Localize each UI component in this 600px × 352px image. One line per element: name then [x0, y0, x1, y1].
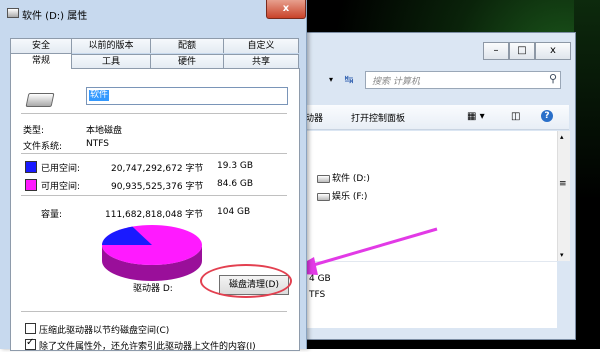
tab-sharing[interactable]: 共享: [223, 54, 299, 69]
filesystem-value: NTFS: [86, 139, 109, 149]
dialog-title: 软件 (D:) 属性: [22, 11, 88, 22]
tab-previous-versions[interactable]: 以前的版本: [71, 38, 151, 53]
index-checkbox[interactable]: ✓: [25, 337, 36, 350]
hard-drive-icon: [25, 93, 55, 107]
drive-name-input[interactable]: 软件: [86, 87, 288, 105]
maximize-button[interactable]: □: [509, 42, 535, 60]
compress-checkbox[interactable]: [25, 323, 36, 334]
drive-icon: [317, 192, 330, 201]
view-options-icon[interactable]: ▦ ▾: [467, 111, 485, 122]
minimize-button[interactable]: –: [483, 42, 509, 60]
command-bar: 动器 打开控制面板 ▦ ▾ ◫ ?: [297, 105, 569, 130]
highlight-circle: [200, 264, 292, 298]
drive-icon: [7, 8, 19, 18]
capacity-gb: 104 GB: [217, 207, 251, 217]
arrow-shaft: [309, 227, 438, 268]
search-input[interactable]: 搜索 计算机 ⚲: [365, 71, 561, 89]
toolbar-item-drive[interactable]: 动器: [305, 111, 323, 124]
search-icon[interactable]: ⚲: [549, 72, 557, 85]
preview-pane-icon[interactable]: ◫: [511, 111, 520, 122]
address-row: ▾ ↹ 搜索 计算机 ⚲: [297, 69, 575, 91]
refresh-icon[interactable]: ↹: [341, 73, 357, 87]
used-space-label: 已用空间:: [41, 164, 81, 174]
tab-tools[interactable]: 工具: [71, 54, 151, 69]
dialog-close-button[interactable]: x: [266, 0, 306, 19]
disk-usage-pie: [102, 225, 202, 281]
divider: [21, 311, 287, 312]
drive-label: 娱乐 (F:): [332, 192, 368, 202]
used-space-bytes: 20,747,292,672 字节: [111, 164, 204, 174]
divider: [21, 153, 287, 154]
tab-security[interactable]: 安全: [10, 38, 72, 53]
general-panel: 软件 类型: 本地磁盘 文件系统: NTFS 已用空间: 20,747,292,…: [10, 68, 300, 352]
filesystem-label: 文件系统:: [23, 142, 63, 152]
help-icon[interactable]: ?: [541, 110, 553, 122]
drive-item-d[interactable]: 软件 (D:): [317, 171, 370, 184]
index-checkbox-label: 除了文件属性外，还允许索引此驱动器上文件的内容(I): [39, 342, 256, 352]
tab-quota[interactable]: 配额: [150, 38, 224, 53]
search-placeholder: 搜索 计算机: [372, 77, 420, 87]
drive-name-value: 软件: [89, 90, 110, 101]
close-button[interactable]: x: [535, 42, 571, 60]
compress-checkbox-label: 压缩此驱动器以节约磁盘空间(C): [39, 326, 170, 336]
capacity-label: 容量:: [41, 210, 63, 220]
drive-letter-label: 驱动器 D:: [133, 284, 173, 294]
divider: [21, 195, 287, 196]
free-space-label: 可用空间:: [41, 182, 81, 192]
checkmark-icon: ✓: [26, 337, 35, 348]
explorer-window: – □ x ▾ ↹ 搜索 计算机 ⚲ 动器 打开控制面板 ▦ ▾ ◫ ? 软件 …: [296, 32, 576, 340]
address-dropdown-icon[interactable]: ▾: [325, 73, 337, 87]
open-control-panel-button[interactable]: 打开控制面板: [351, 111, 405, 124]
type-value: 本地磁盘: [86, 126, 123, 136]
drive-label: 软件 (D:): [332, 174, 370, 184]
tab-general[interactable]: 常规: [10, 53, 72, 69]
free-space-gb: 84.6 GB: [217, 179, 254, 189]
tab-customize[interactable]: 自定义: [223, 38, 299, 53]
scroll-down-icon[interactable]: ▾: [560, 251, 564, 259]
free-space-swatch: [25, 179, 37, 191]
used-space-gb: 19.3 GB: [217, 161, 254, 171]
used-space-swatch: [25, 161, 37, 173]
tab-hardware[interactable]: 硬件: [150, 54, 224, 69]
details-filesystem: TFS: [309, 290, 326, 300]
divider: [21, 113, 287, 114]
desktop-edge: [574, 0, 600, 349]
drive-item-f[interactable]: 娱乐 (F:): [317, 189, 367, 202]
scroll-up-icon[interactable]: ▴: [560, 133, 564, 141]
drive-icon: [317, 174, 330, 183]
type-label: 类型:: [23, 126, 45, 136]
vertical-scrollbar[interactable]: ▴ ≡ ▾: [557, 131, 570, 261]
scroll-grip-icon[interactable]: ≡: [559, 179, 567, 189]
free-space-bytes: 90,935,525,376 字节: [111, 182, 204, 192]
